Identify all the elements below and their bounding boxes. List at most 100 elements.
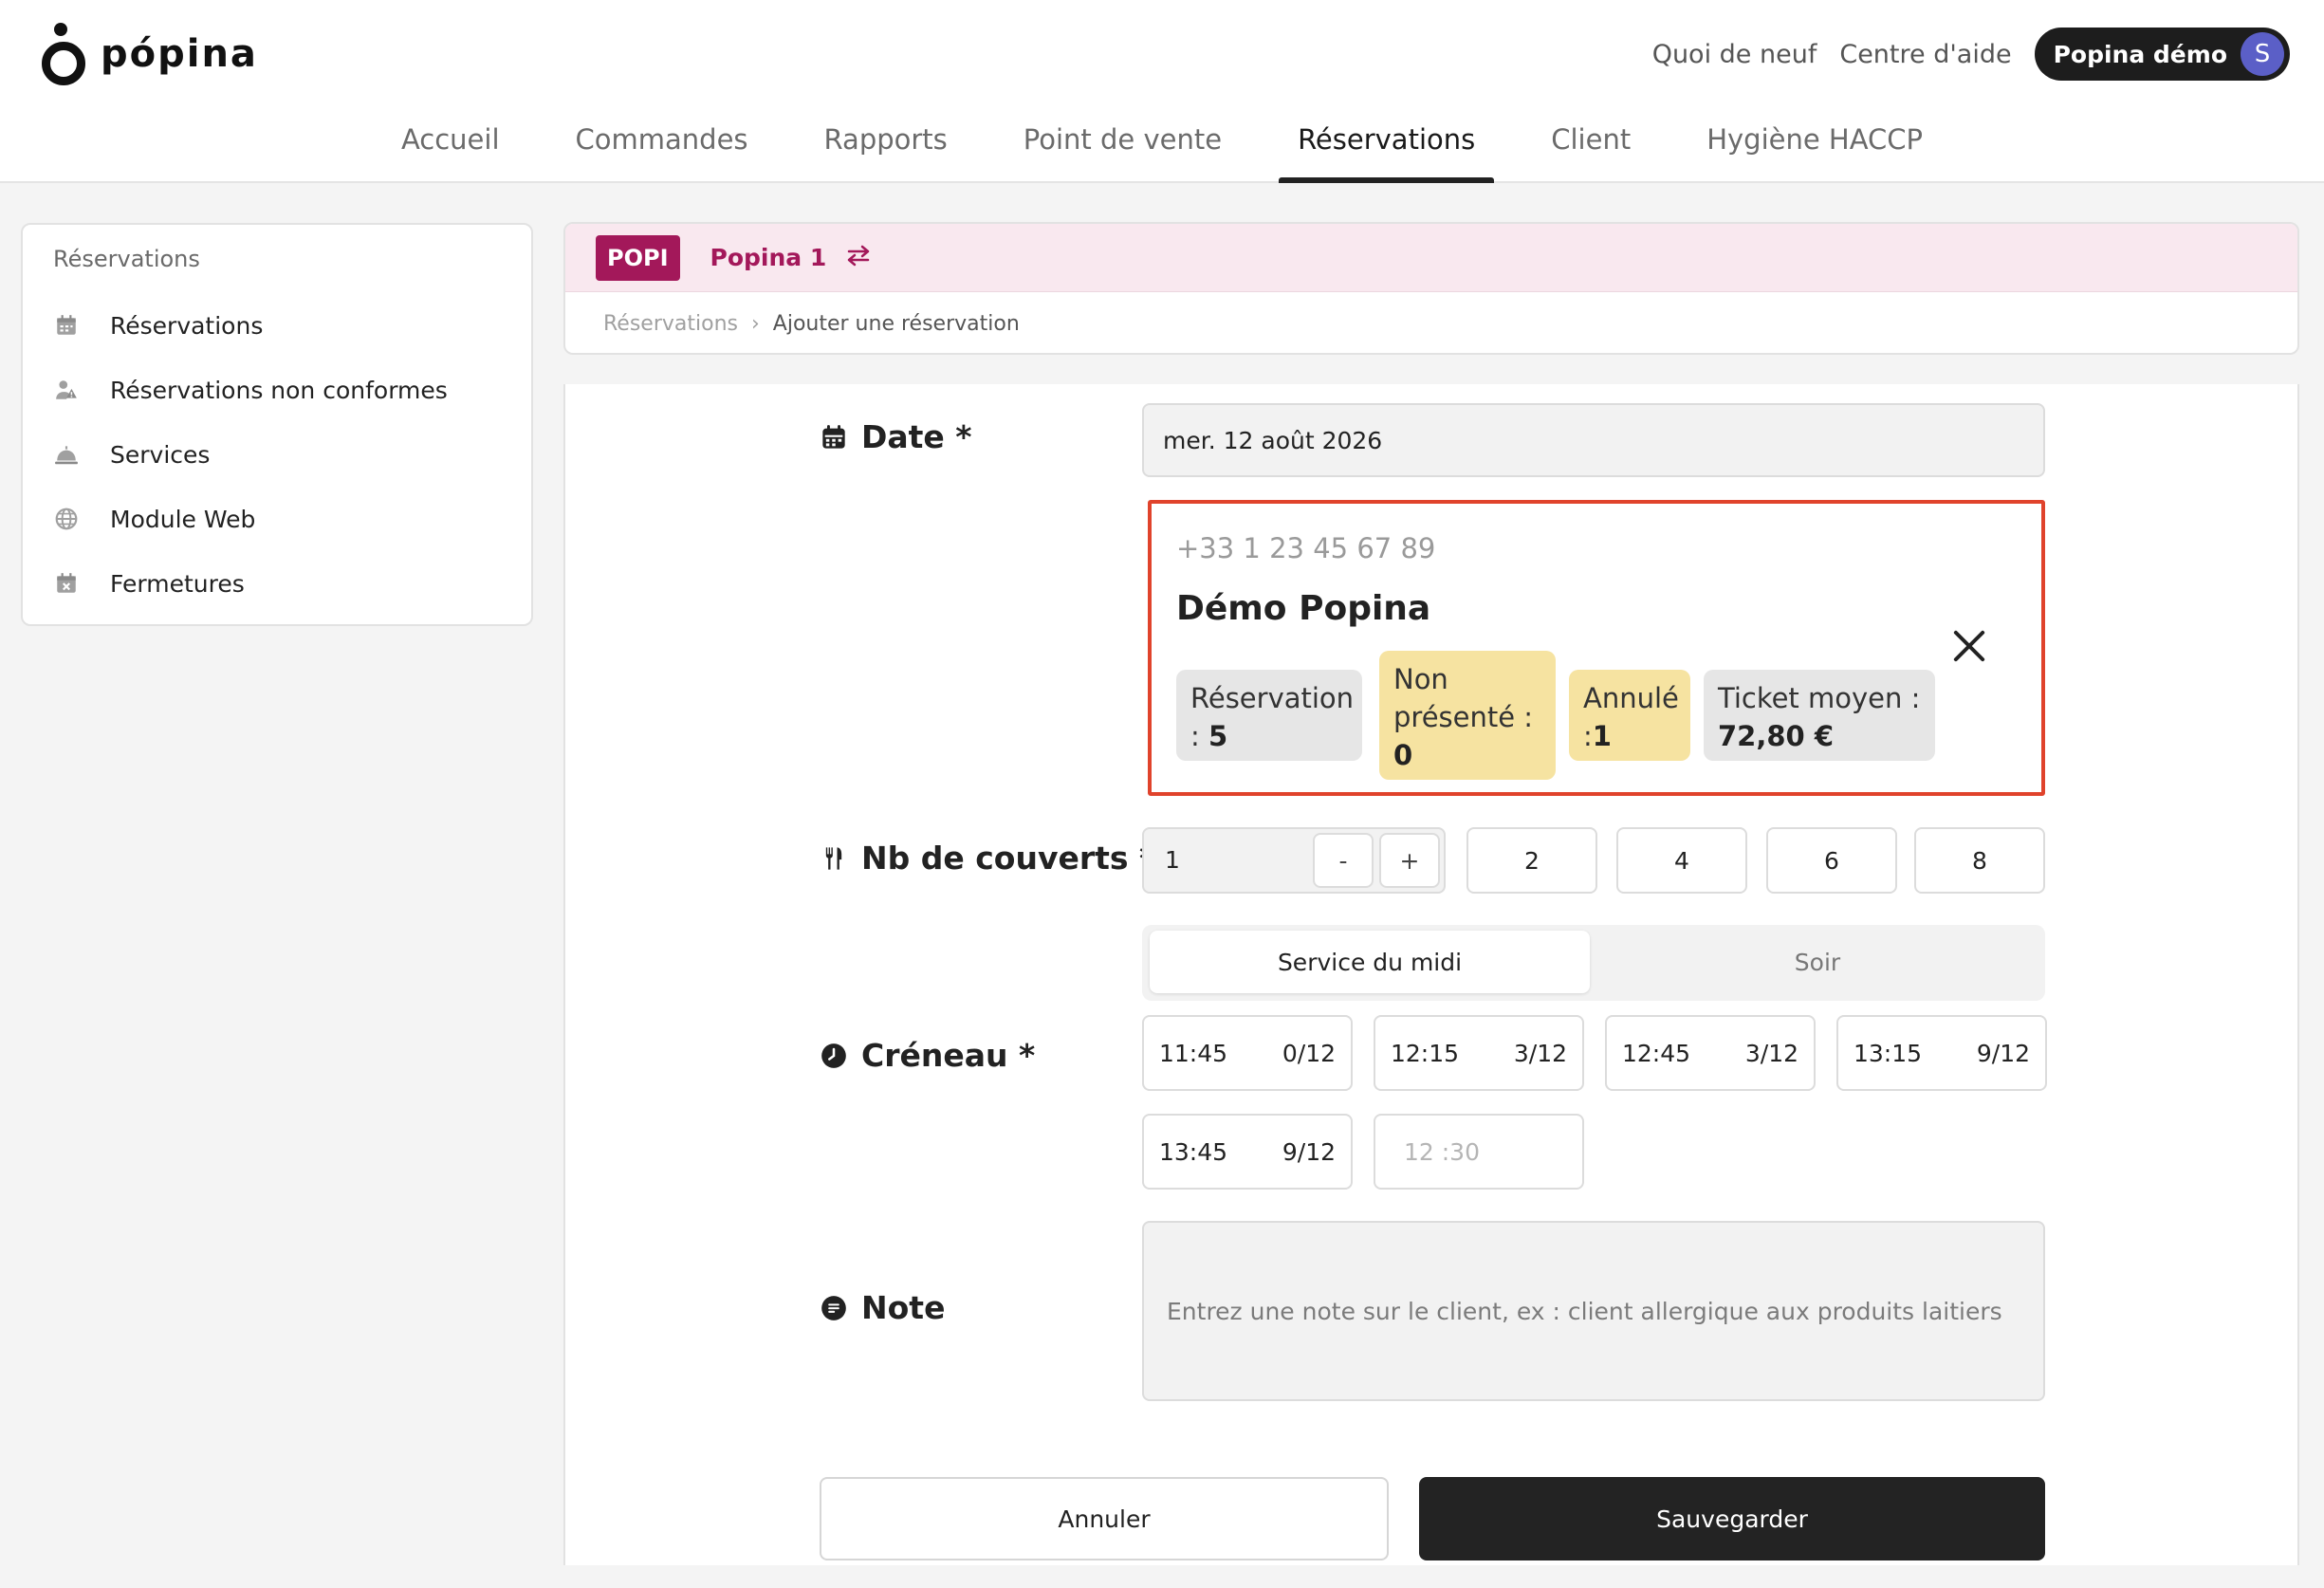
chevron-right-icon: › — [750, 311, 760, 336]
stat-average-ticket: Ticket moyen : 72,80 € — [1704, 670, 1935, 761]
calendar-x-icon — [53, 570, 80, 597]
service-toggle: Service du midi Soir — [1142, 925, 2045, 1001]
save-button[interactable]: Sauvegarder — [1419, 1477, 2045, 1560]
top-links: Quoi de neuf Centre d'aide Popina démo S — [1652, 27, 2290, 82]
covers-quick-6-button[interactable]: 6 — [1766, 827, 1897, 894]
restaurant-badge: POPI — [596, 234, 680, 281]
slot-button[interactable]: 13:15 9/12 — [1836, 1015, 2047, 1091]
stat-value: 1 — [1592, 720, 1612, 752]
nav-reservations[interactable]: Réservations — [1279, 114, 1495, 183]
brand-name: pópina — [101, 32, 258, 76]
service-bell-icon — [53, 441, 80, 468]
custom-time-input[interactable]: 12 :30 — [1374, 1114, 1584, 1190]
calendar-icon — [820, 423, 848, 452]
sidebar-item-fermetures[interactable]: Fermetures — [53, 551, 531, 616]
close-icon[interactable] — [1948, 625, 1990, 667]
avatar: S — [2241, 32, 2284, 76]
nav-client[interactable]: Client — [1532, 114, 1650, 182]
slot-time: 12:45 — [1622, 1039, 1691, 1067]
sidebar-item-module-web[interactable]: Module Web — [53, 487, 531, 551]
slot-capacity: 0/12 — [1282, 1039, 1336, 1067]
stat-label: Réservation — [1190, 682, 1355, 714]
slot-label: Créneau * — [820, 1037, 1035, 1074]
slot-button[interactable]: 12:15 3/12 — [1374, 1015, 1584, 1091]
sidebar-title: Réservations — [53, 246, 200, 272]
note-icon — [820, 1294, 848, 1322]
restaurant-banner: POPI Popina 1 Réservations › Ajouter une… — [563, 222, 2299, 355]
slot-time: 13:45 — [1159, 1137, 1228, 1166]
globe-icon — [53, 506, 80, 532]
warning-person-icon — [53, 377, 80, 403]
covers-quick-4-button[interactable]: 4 — [1616, 827, 1747, 894]
date-label-text: Date * — [861, 418, 972, 455]
sidebar-item-reservations[interactable]: Réservations — [53, 293, 531, 358]
sidebar: Réservations Réservations Réservations n… — [21, 223, 533, 626]
stat-value: 0 — [1393, 739, 1413, 771]
slot-time: 12:15 — [1391, 1039, 1460, 1067]
stat-separator: : — [1583, 720, 1593, 752]
popina-logo[interactable]: pópina — [42, 21, 258, 87]
note-label-text: Note — [861, 1289, 946, 1326]
breadcrumb-reservations-link[interactable]: Réservations — [603, 312, 738, 336]
cancel-button[interactable]: Annuler — [820, 1477, 1389, 1560]
sidebar-item-label: Services — [110, 440, 211, 469]
sidebar-item-label: Réservations — [110, 311, 264, 340]
slot-label-text: Créneau * — [861, 1037, 1036, 1074]
help-center-link[interactable]: Centre d'aide — [1839, 40, 2011, 69]
nav-point-de-vente[interactable]: Point de vente — [1005, 114, 1241, 182]
sidebar-item-label: Fermetures — [110, 569, 245, 598]
nav-hygiene-haccp[interactable]: Hygiène HACCP — [1688, 114, 1942, 182]
user-name: Popina démo — [2053, 40, 2227, 68]
slot-button[interactable]: 12:45 3/12 — [1605, 1015, 1816, 1091]
slot-capacity: 3/12 — [1744, 1039, 1798, 1067]
stat-value: 72,80 € — [1718, 720, 1835, 752]
slot-time: 13:15 — [1854, 1039, 1923, 1067]
sidebar-item-non-conformes[interactable]: Réservations non conformes — [53, 358, 531, 422]
sidebar-item-label: Module Web — [110, 505, 256, 533]
stat-label: Non présenté : — [1393, 663, 1534, 733]
client-name: Démo Popina — [1176, 589, 1431, 628]
stat-separator: : — [1190, 720, 1200, 752]
user-menu-button[interactable]: Popina démo S — [2034, 28, 2290, 81]
reservation-form: Date * mer. 12 août 2026 +33 1 23 45 67 … — [563, 384, 2299, 1565]
nav-rapports[interactable]: Rapports — [805, 114, 967, 182]
slot-button[interactable]: 13:45 9/12 — [1142, 1114, 1353, 1190]
slot-capacity: 9/12 — [1282, 1137, 1336, 1166]
note-textarea[interactable]: Entrez une note sur le client, ex : clie… — [1142, 1221, 2045, 1401]
stat-label: Ticket moyen : — [1718, 682, 1921, 714]
main-nav: Accueil Commandes Rapports Point de vent… — [0, 114, 2324, 183]
nav-accueil[interactable]: Accueil — [382, 114, 519, 182]
breadcrumb-current: Ajouter une réservation — [772, 311, 1020, 336]
clock-icon — [820, 1042, 848, 1070]
restaurant-switcher[interactable]: Popina 1 — [710, 244, 873, 272]
restaurant-bar: POPI Popina 1 — [565, 224, 2297, 292]
stat-no-show: Non présenté : 0 — [1379, 651, 1556, 780]
swap-arrows-icon — [845, 244, 872, 272]
date-label: Date * — [820, 418, 972, 455]
covers-value: 1 — [1165, 846, 1180, 874]
covers-label: Nb de couverts * — [820, 840, 1155, 877]
covers-stepper[interactable]: 1 - + — [1142, 827, 1446, 894]
covers-quick-2-button[interactable]: 2 — [1466, 827, 1597, 894]
service-soir-tab[interactable]: Soir — [1597, 931, 2038, 993]
restaurant-name: Popina 1 — [710, 244, 827, 271]
nav-commandes[interactable]: Commandes — [557, 114, 767, 182]
calendar-icon — [53, 312, 80, 339]
breadcrumb: Réservations › Ajouter une réservation — [565, 292, 2297, 353]
covers-label-text: Nb de couverts * — [861, 840, 1156, 877]
covers-quick-8-button[interactable]: 8 — [1914, 827, 2045, 894]
sidebar-item-label: Réservations non conformes — [110, 376, 448, 404]
stat-value: 5 — [1208, 720, 1228, 752]
fork-knife-icon — [820, 844, 848, 873]
whats-new-link[interactable]: Quoi de neuf — [1652, 40, 1817, 69]
sidebar-item-services[interactable]: Services — [53, 422, 531, 487]
date-field[interactable]: mer. 12 août 2026 — [1142, 403, 2045, 477]
slot-capacity: 3/12 — [1513, 1039, 1567, 1067]
stat-label: Annulé — [1583, 682, 1679, 714]
service-midi-tab[interactable]: Service du midi — [1150, 931, 1590, 993]
covers-increment-button[interactable]: + — [1379, 833, 1440, 888]
slot-button[interactable]: 11:45 0/12 — [1142, 1015, 1353, 1091]
note-label: Note — [820, 1289, 945, 1326]
covers-decrement-button[interactable]: - — [1313, 833, 1374, 888]
client-summary-card: +33 1 23 45 67 89 Démo Popina Réservatio… — [1148, 500, 2045, 796]
